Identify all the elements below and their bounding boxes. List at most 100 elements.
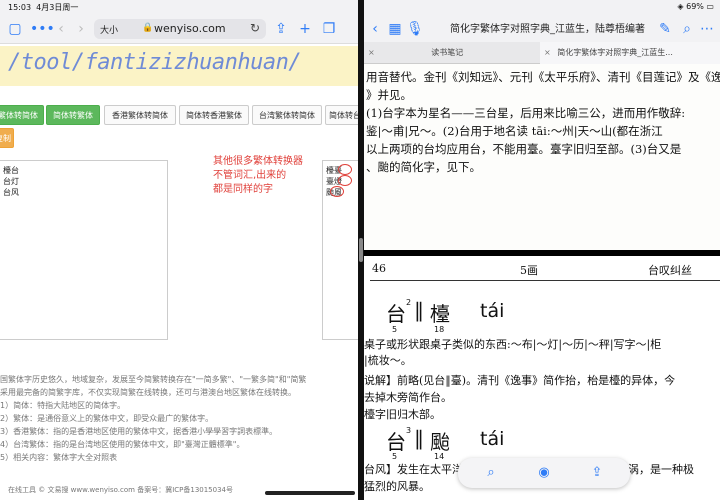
entry-separator: ‖ (414, 298, 424, 322)
tab-dictionary[interactable]: × 简化字繁体字对照字典_江蓝生... (540, 42, 720, 64)
input-lines: 檯台 台灯 台风 (3, 165, 19, 198)
page-line: 、颱的简化字，见下。 (366, 160, 481, 174)
battery-status: ◈ 69% ▭ (677, 2, 714, 11)
url-text[interactable]: wenyiso.com (154, 22, 226, 35)
back-icon[interactable]: ‹ (52, 20, 70, 38)
button-simplified-to-tw[interactable]: 简体转台 (325, 105, 358, 125)
entry-line: 檯字旧归木部。 (364, 408, 441, 421)
close-icon[interactable]: × (544, 48, 551, 57)
entry-traditional-char: 颱 (430, 430, 450, 454)
header-rule (370, 280, 720, 281)
split-view-handle[interactable] (359, 238, 363, 262)
lock-icon: 🔒 (142, 23, 154, 33)
entry-traditional-char: 檯 (430, 302, 450, 326)
description-text: 国繁体字历史悠久，地域复杂，发展至今简繁转换存在"一简多繁"、"一繁多简"和"简… (0, 373, 358, 464)
entry-separator: ‖ (414, 426, 424, 450)
page-line: 以上两项的台均应用台，不能用臺。臺字旧归至部。(3)台又是 (366, 142, 682, 156)
reload-icon[interactable]: ↻ (250, 21, 260, 35)
more-dots-icon[interactable]: ••• (30, 20, 55, 38)
description-line: 国繁体字历史悠久，地域复杂，发展至今简繁转换存在"一简多繁"、"一繁多简"和"简… (0, 375, 307, 384)
description-line: 4）台湾繁体：指的是台湾地区使用的繁体中文，即"臺灣正體標準"。 (0, 440, 245, 449)
stroke-count: 5 (392, 452, 398, 461)
description-line: 1）简体：特指大陆地区的简体字。 (0, 401, 126, 410)
entry-simplified-char: 台 (386, 430, 406, 454)
url-path-text: /tool/fantizizhuanhuan/ (8, 50, 302, 75)
description-line-link[interactable]: 5）相关内容：繁体字大全对照表 (0, 451, 358, 464)
close-icon[interactable]: × (368, 48, 375, 57)
document-tabs: × 读书笔记 × 简化字繁体字对照字典_江蓝生... (364, 42, 720, 64)
address-bar[interactable]: 大小 🔒 wenyiso.com ↻ (94, 19, 266, 39)
entry-line: |梳妆～。 (364, 354, 412, 367)
entry-line: 猛烈的风暴。 (364, 480, 430, 493)
annotation-line: 都是同样的字 (213, 184, 273, 195)
description-line: 3）香港繁体：指的是香港地区使用的繁体中文，据香港小學學習字詞表標準。 (0, 427, 278, 436)
input-line: 台灯 (3, 177, 19, 186)
button-simplified-to-traditional[interactable]: 简体转繁体 (46, 105, 100, 125)
tab-reading-notes[interactable]: × 读书笔记 (368, 42, 538, 64)
entry-superscript: 3 (406, 426, 412, 435)
annotation-circle (338, 175, 352, 186)
footer-text: 在线工具 © 文易搜 www.wenyiso.com 备案号：冀ICP备1301… (8, 486, 233, 494)
microphone-icon[interactable]: 🎙 (406, 20, 424, 38)
entry-line: 去掉木旁简作台。 (364, 391, 452, 404)
pen-icon[interactable]: ✎ (656, 20, 674, 38)
camera-icon[interactable]: ◉ (535, 464, 553, 482)
button-tw-to-simplified[interactable]: 台湾繁体转简体 (252, 105, 322, 125)
forward-icon[interactable]: › (72, 20, 90, 38)
entry-simplified-char: 台 (386, 302, 406, 326)
entry-pinyin: tái (480, 300, 505, 322)
button-hk-to-simplified[interactable]: 香港繁体转简体 (104, 105, 176, 125)
url-path-banner: /tool/fantizizhuanhuan/ (0, 46, 358, 86)
converter-button-row: 繁体转简体 简体转繁体 香港繁体转简体 简体转香港繁体 台湾繁体转简体 简体转台 (0, 105, 358, 125)
page-line: 用音替代。金刊《刘知远》、元刊《太平乐府》、清刊《目莲记》及《逸 (366, 70, 720, 84)
back-icon[interactable]: ‹ (366, 20, 384, 38)
annotation-line: 其他很多繁体转换器 (213, 156, 303, 167)
page-text: 用音替代。金刊《刘知远》、元刊《太平乐府》、清刊《目莲记》及《逸 》并见。 (1… (366, 68, 720, 176)
status-bar: 15:03 4月3日周一 (0, 0, 358, 14)
entry-superscript: 2 (406, 298, 412, 307)
input-textarea[interactable]: 檯台 台灯 台风 (0, 160, 168, 340)
button-traditional-to-simplified[interactable]: 繁体转简体 (0, 105, 44, 125)
share-icon[interactable]: ⇪ (588, 464, 606, 482)
copy-button[interactable]: 复制 (0, 128, 14, 148)
page-line: 》并见。 (366, 88, 412, 102)
book-page-upper: 用音替代。金刊《刘知远》、元刊《太平乐府》、清刊《目莲记》及《逸 》并见。 (1… (364, 64, 720, 250)
reader-floating-toolbar: ⌕ ◉ ⇪ (458, 458, 630, 488)
more-icon[interactable]: ⋯ (698, 20, 716, 38)
right-pane-reader: ◈ 69% ▭ ‹ ▦ 🎙 简化字繁体字对照字典_江蓝生，陆尊梧编著 ✎ ⌕ ⋯… (364, 0, 720, 500)
share-icon[interactable]: ⇪ (272, 20, 290, 38)
output-textarea[interactable]: 檯臺 臺燈 颱風 (322, 160, 358, 340)
document-title: 简化字繁体字对照字典_江蓝生，陆尊梧编著 (450, 24, 645, 35)
status-time: 15:03 4月3日周一 (8, 3, 79, 12)
section-heading: 5画 (520, 264, 538, 277)
new-tab-icon[interactable]: + (296, 20, 314, 38)
sidebar-icon[interactable]: ▢ (6, 20, 24, 38)
grid-icon[interactable]: ▦ (386, 20, 404, 38)
tabs-overview-icon[interactable]: ❐ (320, 20, 338, 38)
entry-line: 说解】前略(见台‖臺)。清刊《逸事》简作抬，枱是檯的异体，今 (364, 374, 676, 387)
left-pane-browser: 15:03 4月3日周一 ▢ ••• ‹ › 大小 🔒 wenyiso.com … (0, 0, 358, 500)
stroke-count: 5 (392, 325, 398, 334)
page-number: 46 (372, 262, 386, 275)
annotation-circle (338, 164, 352, 175)
tab-label: 简化字繁体字对照字典_江蓝生... (557, 48, 673, 57)
search-icon[interactable]: ⌕ (482, 464, 500, 482)
annotation-circle (330, 186, 344, 197)
status-bar-right: ◈ 69% ▭ (364, 0, 720, 14)
annotation-line: 不管词汇,出来的 (213, 170, 287, 181)
description-line: 2）繁体：是通俗意义上的繁体中文，即受众最广的繁体字。 (0, 414, 214, 423)
search-icon[interactable]: ⌕ (678, 20, 696, 38)
home-indicator[interactable] (265, 491, 355, 495)
button-simplified-to-hk[interactable]: 简体转香港繁体 (179, 105, 249, 125)
character-range: 台叹纠丝 (648, 264, 692, 277)
reader-toolbar: ‹ ▦ 🎙 简化字繁体字对照字典_江蓝生，陆尊梧编著 ✎ ⌕ ⋯ (364, 14, 720, 42)
handwritten-annotation: 其他很多繁体转换器 不管词汇,出来的 都是同样的字 (213, 155, 303, 197)
text-size-button[interactable]: 大小 (100, 23, 118, 36)
page-line: 鉴|～甫|兄～。(2)台用于地名读 tāi:～州|天～山(都在浙江 (366, 124, 663, 138)
entry-line: 桌子或形状跟桌子类似的东西:～布|～灯|～历|～秤|写字～|柜 (364, 338, 662, 351)
input-line: 檯台 (3, 166, 19, 175)
stroke-count: 14 (434, 452, 445, 461)
page-line: (1)台字本为星名——三台星，后用来比喻三公，进而用作敬辞: (366, 106, 686, 120)
stroke-count: 18 (434, 325, 445, 334)
tab-label: 读书笔记 (431, 48, 464, 57)
